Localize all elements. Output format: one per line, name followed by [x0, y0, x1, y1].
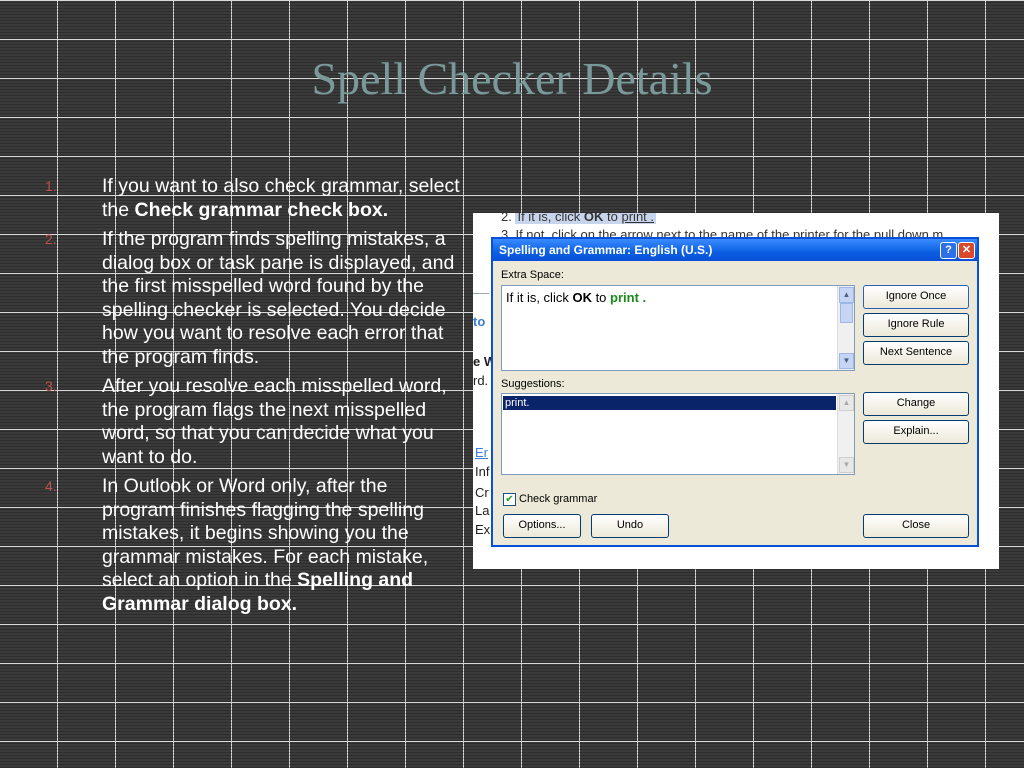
- sentence-bold: OK: [572, 290, 592, 305]
- suggestions-scrollbar[interactable]: ▲ ▼: [837, 394, 854, 474]
- sentence-after: to: [591, 290, 611, 305]
- close-button[interactable]: Close: [863, 514, 969, 538]
- suggestions-label: Suggestions:: [501, 378, 565, 390]
- doc-line-text: If it is, click: [517, 213, 584, 224]
- step-number: 2.: [45, 231, 57, 247]
- doc-fragment: rd.: [473, 373, 489, 388]
- scroll-thumb[interactable]: [840, 303, 853, 323]
- suggestions-list[interactable]: print. ▲ ▼: [501, 393, 855, 475]
- step-number: 4.: [45, 478, 57, 494]
- next-sentence-button[interactable]: Next Sentence: [863, 341, 969, 365]
- step-item: 3. After you resolve each misspelled wor…: [40, 375, 460, 469]
- step-item: 2. If the program finds spelling mistake…: [40, 228, 460, 369]
- doc-line-after: to: [603, 213, 622, 224]
- sentence-text: If it is, click OK to print .: [506, 290, 646, 305]
- scroll-up-icon[interactable]: ▲: [839, 287, 854, 303]
- sentence-textbox[interactable]: If it is, click OK to print . ▲ ▼: [501, 285, 855, 371]
- doc-line-highlight: If it is, click OK to print .: [515, 213, 657, 224]
- doc-line-1: 2. If it is, click OK to print .: [501, 213, 657, 224]
- ignore-rule-button[interactable]: Ignore Rule: [863, 313, 969, 337]
- doc-fragment: to: [473, 314, 486, 329]
- sentence-scrollbar[interactable]: ▲ ▼: [837, 286, 854, 370]
- check-grammar-checkbox[interactable]: ✔: [503, 493, 516, 506]
- doc-line-bold: OK: [583, 213, 604, 224]
- scroll-up-icon[interactable]: ▲: [839, 395, 854, 411]
- dialog-screenshot: 2. If it is, click OK to print . 3. If n…: [473, 213, 999, 569]
- steps-list: 1. If you want to also check grammar, se…: [40, 175, 460, 622]
- slide-title: Spell Checker Details: [311, 53, 713, 104]
- step-item: 4. In Outlook or Word only, after the pr…: [40, 475, 460, 616]
- options-button[interactable]: Options...: [503, 514, 581, 538]
- dialog-titlebar: Spelling and Grammar: English (U.S.) ? ✕: [493, 239, 977, 261]
- ignore-once-button[interactable]: Ignore Once: [863, 285, 969, 309]
- change-button[interactable]: Change: [863, 392, 969, 416]
- undo-button[interactable]: Undo: [591, 514, 669, 538]
- sentence-text-before: If it is, click: [506, 290, 573, 305]
- sentence-error-word: print .: [610, 290, 647, 305]
- step-number: 1.: [45, 178, 57, 194]
- check-grammar-label: Check grammar: [519, 493, 598, 505]
- step-text: If the program finds spelling mistakes, …: [102, 228, 455, 368]
- doc-fragment: Cr: [475, 485, 489, 500]
- step-item: 1. If you want to also check grammar, se…: [40, 175, 460, 222]
- doc-rule: [473, 293, 489, 294]
- suggestion-item-selected[interactable]: print.: [503, 396, 836, 410]
- dialog-title: Spelling and Grammar: English (U.S.): [499, 243, 713, 257]
- scroll-down-icon[interactable]: ▼: [839, 353, 854, 369]
- doc-fragment: Ex: [475, 522, 491, 537]
- doc-line-prefix: 2.: [501, 213, 512, 224]
- spelling-grammar-dialog: Spelling and Grammar: English (U.S.) ? ✕…: [491, 237, 979, 547]
- explain-button[interactable]: Explain...: [863, 420, 969, 444]
- doc-fragment: Er: [475, 445, 488, 460]
- close-icon[interactable]: ✕: [958, 242, 975, 259]
- doc-line-link: print .: [621, 213, 655, 224]
- scroll-down-icon[interactable]: ▼: [839, 457, 854, 473]
- step-text: After you resolve each misspelled word, …: [102, 375, 447, 468]
- step-number: 3.: [45, 378, 57, 394]
- doc-fragment: Inf: [475, 464, 490, 479]
- help-icon[interactable]: ?: [940, 242, 957, 259]
- doc-fragment: La: [475, 503, 490, 518]
- step-bold: Check grammar check box.: [134, 198, 389, 221]
- extra-space-label: Extra Space:: [501, 269, 564, 281]
